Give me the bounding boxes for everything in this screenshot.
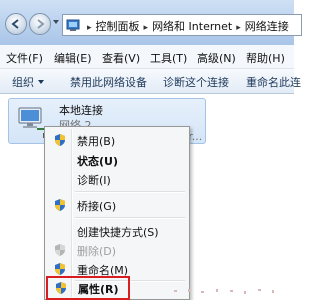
menu-item-label: 诊断(I): [77, 174, 111, 187]
recent-pages-dropdown-icon[interactable]: [53, 20, 59, 24]
uac-shield-icon: [55, 244, 65, 256]
uac-shield-icon: [56, 282, 66, 294]
control-panel-icon: [66, 19, 80, 31]
rename-connection-button[interactable]: 重命名此连: [246, 74, 301, 90]
menu-file[interactable]: 文件(F): [6, 50, 43, 66]
menu-item-label: 创建快捷方式(S): [77, 226, 159, 239]
breadcrumb-item-network-internet[interactable]: 网络和 Internet: [152, 20, 232, 33]
menu-item-label: 禁用(B): [77, 135, 116, 148]
back-arrow-icon: [11, 19, 19, 29]
uac-shield-icon: [55, 134, 65, 146]
menu-item-label: 重命名(M): [77, 264, 129, 277]
menu-item-diagnose[interactable]: 诊断(I): [47, 169, 187, 189]
menu-separator: [75, 217, 185, 219]
menu-item-disable[interactable]: 禁用(B): [47, 130, 187, 150]
forward-button[interactable]: [29, 13, 51, 35]
diagnose-connection-button[interactable]: 诊断这个连接: [163, 74, 229, 90]
back-button[interactable]: [5, 13, 27, 35]
breadcrumb-item-control-panel[interactable]: 控制面板: [96, 20, 140, 33]
menu-edit[interactable]: 编辑(E): [54, 50, 92, 66]
command-bar: 组织 禁用此网络设备 诊断这个连接 重命名此连: [0, 69, 301, 94]
organize-button[interactable]: 组织: [12, 74, 34, 90]
uac-shield-icon: [55, 263, 65, 275]
connection-name: 本地连接: [59, 104, 103, 117]
menu-item-rename[interactable]: 重命名(M): [47, 259, 187, 279]
menu-item-label: 属性(R): [78, 283, 119, 296]
menu-separator: [75, 191, 185, 193]
breadcrumb-chevron-icon[interactable]: ▸: [144, 23, 149, 33]
menu-view[interactable]: 查看(V): [102, 50, 140, 66]
disable-device-button[interactable]: 禁用此网络设备: [70, 74, 147, 90]
context-menu: 禁用(B) 状态(U) 诊断(I) 桥接(G) 创建快捷方式(S) 删除(D): [44, 126, 190, 300]
breadcrumb-chevron-icon[interactable]: ▸: [87, 23, 92, 33]
menu-item-label: 桥接(G): [77, 200, 117, 213]
breadcrumb-chevron-icon[interactable]: ▸: [236, 23, 241, 33]
menu-item-delete[interactable]: 删除(D): [47, 240, 187, 260]
menu-item-create-shortcut[interactable]: 创建快捷方式(S): [47, 221, 187, 241]
organize-dropdown-icon[interactable]: [38, 80, 44, 84]
menu-item-properties[interactable]: 属性(R): [46, 276, 130, 300]
address-bar[interactable]: ▸ 控制面板 ▸ 网络和 Internet ▸ 网络连接: [62, 14, 302, 36]
forward-arrow-icon: [37, 19, 45, 29]
menu-help[interactable]: 帮助(H): [246, 50, 285, 66]
menu-bar: 文件(F) 编辑(E) 查看(V) 工具(T) 高级(N) 帮助(H): [0, 45, 294, 69]
menu-advanced[interactable]: 高级(N): [197, 50, 236, 66]
uac-shield-icon: [55, 199, 65, 211]
menu-item-status[interactable]: 状态(U): [47, 150, 187, 170]
menu-item-label: 状态(U): [77, 155, 118, 168]
watermark-noise: [174, 289, 274, 294]
breadcrumb-item-network-connections[interactable]: 网络连接: [245, 20, 289, 33]
menu-tools[interactable]: 工具(T): [150, 50, 187, 66]
menu-item-bridge[interactable]: 桥接(G): [47, 195, 187, 215]
window-titlebar: ▸ 控制面板 ▸ 网络和 Internet ▸ 网络连接: [0, 0, 302, 45]
breadcrumb: ▸ 控制面板 ▸ 网络和 Internet ▸ 网络连接: [83, 18, 289, 34]
menu-item-label: 删除(D): [77, 245, 117, 258]
